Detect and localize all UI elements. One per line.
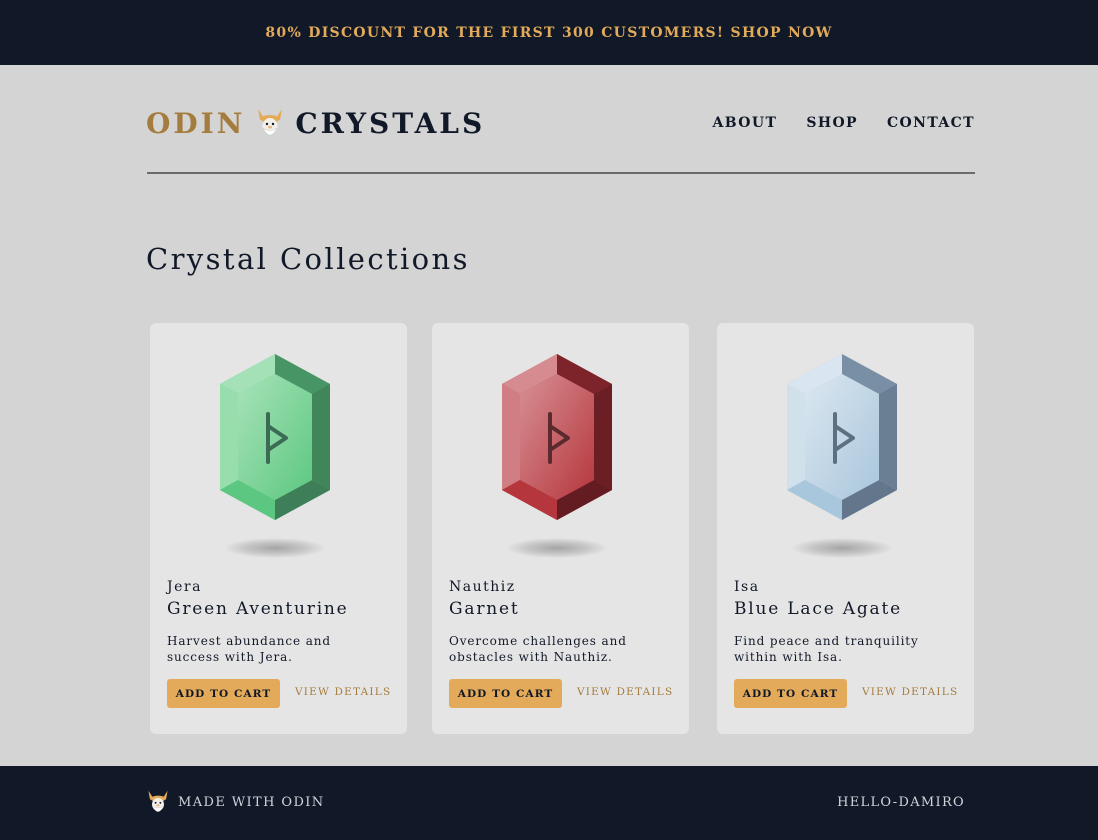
site-header: ODIN CRYSTALS ABOUT SHOP CONTACT — [146, 100, 975, 146]
crystal-shadow — [792, 538, 892, 558]
promo-banner: 80% DISCOUNT FOR THE FIRST 300 CUSTOMERS… — [0, 0, 1098, 65]
crystal-icon — [787, 354, 897, 520]
page-title: Crystal Collections — [146, 242, 470, 276]
add-to-cart-button[interactable]: ADD TO CART — [734, 679, 847, 708]
rune-name: Isa — [734, 579, 760, 595]
product-card: Jera Green Aventurine Harvest abundance … — [150, 323, 407, 734]
nav-shop[interactable]: SHOP — [806, 115, 858, 131]
crystal-face — [805, 374, 879, 500]
view-details-link[interactable]: VIEW DETAILS — [577, 686, 673, 698]
main-nav: ABOUT SHOP CONTACT — [713, 115, 975, 131]
add-to-cart-button[interactable]: ADD TO CART — [167, 679, 280, 708]
nav-contact[interactable]: CONTACT — [887, 115, 975, 131]
header-divider — [147, 172, 975, 174]
made-with-odin: MADE WITH ODIN — [146, 785, 325, 819]
crystal-shadow — [225, 538, 325, 558]
product-grid: Jera Green Aventurine Harvest abundance … — [150, 323, 975, 734]
promo-link[interactable]: 80% DISCOUNT FOR THE FIRST 300 CUSTOMERS… — [265, 25, 832, 41]
view-details-link[interactable]: VIEW DETAILS — [862, 686, 958, 698]
made-with-text: MADE WITH ODIN — [178, 794, 325, 810]
rune-name: Jera — [167, 579, 202, 595]
crystal-icon — [502, 354, 612, 520]
crystal-name: Garnet — [449, 599, 520, 619]
logo-odin-text: ODIN — [146, 106, 246, 140]
view-details-link[interactable]: VIEW DETAILS — [295, 686, 391, 698]
crystal-name: Green Aventurine — [167, 599, 349, 619]
product-card: Nauthiz Garnet Overcome challenges and o… — [432, 323, 689, 734]
crystal-face — [520, 374, 594, 500]
product-description: Find peace and tranquility within with I… — [734, 634, 919, 664]
product-description: Harvest abundance and success with Jera. — [167, 634, 331, 664]
crystal-shadow — [507, 538, 607, 558]
product-card: Isa Blue Lace Agate Find peace and tranq… — [717, 323, 974, 734]
add-to-cart-button[interactable]: ADD TO CART — [449, 679, 562, 708]
site-footer: MADE WITH ODIN HELLO-DAMIRO — [0, 766, 1098, 840]
odin-mascot-icon — [146, 785, 170, 819]
crystal-name: Blue Lace Agate — [734, 599, 902, 619]
crystal-icon — [220, 354, 330, 520]
author-credit-link[interactable]: HELLO-DAMIRO — [837, 795, 965, 810]
crystal-face — [238, 374, 312, 500]
odin-mascot-icon — [255, 105, 285, 141]
nav-about[interactable]: ABOUT — [713, 115, 778, 131]
site-logo[interactable]: ODIN CRYSTALS — [146, 105, 485, 141]
product-description: Overcome challenges and obstacles with N… — [449, 634, 627, 664]
rune-name: Nauthiz — [449, 579, 516, 595]
logo-crystals-text: CRYSTALS — [295, 106, 486, 140]
